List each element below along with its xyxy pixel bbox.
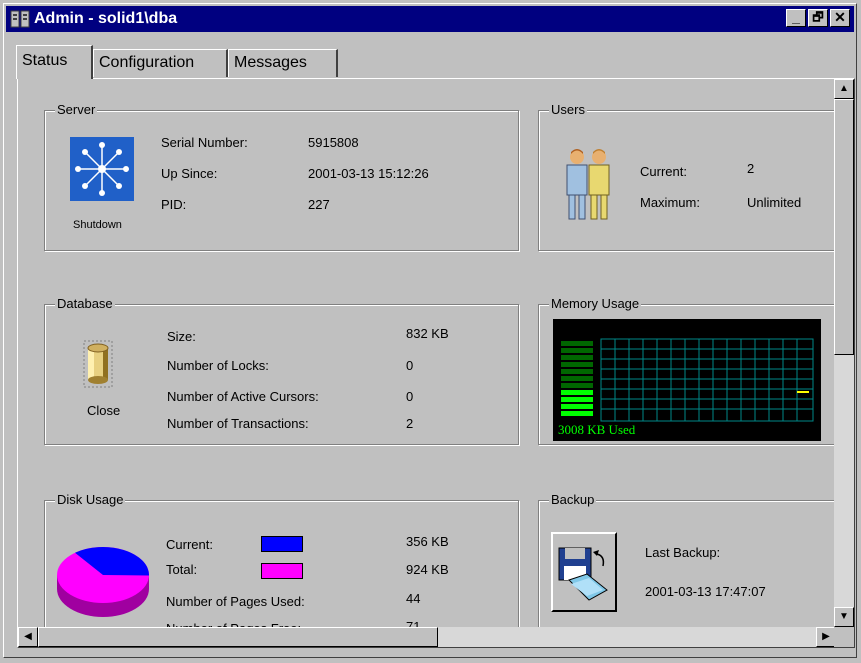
memory-bar-segment: [561, 341, 593, 346]
memory-usage-group: Memory Usage 3008 KB Used: [538, 297, 840, 445]
tab-status[interactable]: Status: [16, 45, 93, 79]
close-button[interactable]: ✕: [830, 9, 850, 27]
memory-used-text: 3008 KB Used: [558, 422, 636, 437]
up-since-value: 2001-03-13 15:12:26: [308, 166, 429, 181]
users-maximum-label: Maximum:: [640, 195, 700, 210]
serial-number-label: Serial Number:: [161, 135, 248, 150]
db-transactions-value: 2: [406, 416, 414, 431]
users-group: Users Current: 2 Maximum: Unlimited: [538, 103, 840, 251]
server-shutdown-icon[interactable]: [70, 137, 134, 201]
users-current-value: 2: [747, 161, 755, 176]
scroll-corner: [834, 627, 854, 647]
vertical-scrollbar[interactable]: ▲ ▼: [834, 79, 854, 627]
pid-value: 227: [308, 197, 330, 212]
horizontal-scrollbar[interactable]: ◀ ▶: [18, 627, 836, 647]
shutdown-label[interactable]: Shutdown: [73, 217, 122, 233]
vertical-scroll-thumb[interactable]: [834, 99, 854, 355]
disk-total-swatch: [261, 563, 303, 579]
db-size-label: Size:: [167, 329, 196, 344]
disk-usage-pie: [57, 547, 150, 617]
backup-button[interactable]: [551, 532, 617, 612]
db-cursors-label: Number of Active Cursors:: [167, 389, 319, 404]
disk-current-swatch: [261, 536, 303, 552]
pages-used-value: 44: [406, 591, 421, 606]
disk-total-label: Total:: [166, 562, 198, 577]
database-close-icon[interactable]: [83, 340, 113, 388]
db-cursors-value: 0: [406, 389, 414, 404]
restore-button[interactable]: 🗗: [808, 9, 828, 27]
users-maximum-value: Unlimited: [747, 195, 802, 210]
backup-group-label: Backup: [549, 492, 597, 507]
memory-bar-segment: [561, 390, 593, 395]
tab-configuration[interactable]: Configuration: [93, 49, 228, 77]
memory-group-label: Memory Usage: [549, 296, 642, 311]
backup-icon: [558, 547, 608, 601]
server-group-label: Server: [55, 102, 98, 117]
disk-current-label: Current:: [166, 537, 213, 552]
disk-usage-group: Disk Usage Current: 356 KB Total: 924 KB…: [44, 493, 519, 647]
db-locks-label: Number of Locks:: [167, 358, 269, 373]
horizontal-scroll-thumb[interactable]: [38, 627, 438, 647]
close-label[interactable]: Close: [87, 403, 120, 419]
memory-bar-segment: [561, 411, 593, 416]
scroll-left-button[interactable]: ◀: [18, 627, 38, 647]
disk-current-value: 356 KB: [406, 534, 449, 549]
pages-used-label: Number of Pages Used:: [166, 594, 305, 609]
last-backup-value: 2001-03-13 17:47:07: [645, 584, 766, 599]
scroll-down-button[interactable]: ▼: [834, 607, 854, 627]
disk-group-label: Disk Usage: [55, 492, 126, 507]
users-current-label: Current:: [640, 164, 687, 179]
memory-bar-segment: [561, 376, 593, 381]
disk-total-value: 924 KB: [406, 562, 449, 577]
server-group: Server Shutdown Serial Number: 5915808 U…: [44, 103, 519, 251]
database-group-label: Database: [55, 296, 115, 311]
title-bar[interactable]: Admin - solid1\dba _ 🗗 ✕: [6, 6, 854, 32]
db-transactions-label: Number of Transactions:: [167, 416, 309, 431]
db-size-value: 832 KB: [406, 326, 449, 341]
backup-group: Backup Last Backup: 2001-03-13 17:47:07: [538, 493, 840, 647]
memory-monitor: 3008 KB Used: [553, 319, 821, 441]
memory-bar-segment: [561, 362, 593, 367]
minimize-button[interactable]: _: [786, 9, 806, 27]
last-backup-label: Last Backup:: [645, 545, 721, 560]
status-panel: Server Shutdown Serial Number: 5915808 U…: [17, 78, 855, 648]
memory-bar-segment: [561, 397, 593, 402]
up-since-label: Up Since:: [161, 166, 218, 181]
scroll-right-button[interactable]: ▶: [816, 627, 836, 647]
users-icon: [566, 149, 610, 220]
pid-label: PID:: [161, 197, 187, 212]
memory-bar-segment: [561, 355, 593, 360]
db-locks-value: 0: [406, 358, 414, 373]
memory-bar-segment: [561, 369, 593, 374]
memory-bar-segment: [561, 383, 593, 388]
tab-messages[interactable]: Messages: [228, 49, 338, 77]
admin-window: Admin - solid1\dba _ 🗗 ✕ Status Configur…: [3, 3, 857, 658]
scroll-up-button[interactable]: ▲: [834, 79, 854, 99]
memory-bar-segment: [561, 348, 593, 353]
window-title: Admin - solid1\dba: [34, 10, 178, 27]
app-icon: [10, 10, 30, 28]
serial-number-value: 5915808: [308, 135, 359, 150]
users-group-label: Users: [549, 102, 587, 117]
memory-bar-segment: [561, 404, 593, 409]
database-group: Database Close Size: 832 KB Number of Lo…: [44, 297, 519, 445]
